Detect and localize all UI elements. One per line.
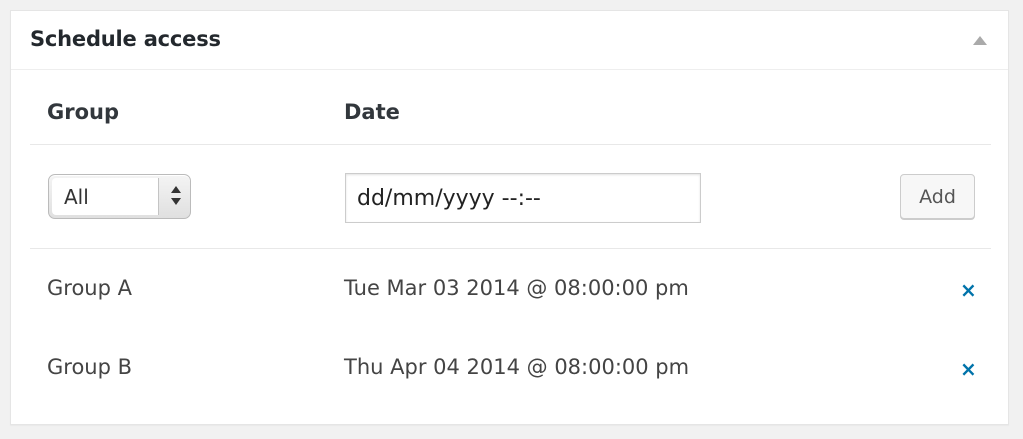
row-group: Group A [47, 276, 132, 300]
arrow-down-icon [171, 198, 181, 205]
column-header-date: Date [344, 100, 400, 124]
date-input[interactable] [345, 173, 701, 223]
panel-header: Schedule access [11, 11, 1008, 70]
group-select[interactable]: All [48, 174, 191, 219]
up-down-arrows-icon [170, 184, 182, 208]
schedule-access-panel: Schedule access Group Date All Add Group… [10, 10, 1009, 425]
close-icon[interactable]: × [960, 359, 977, 379]
add-button[interactable]: Add [900, 174, 975, 219]
panel-title: Schedule access [30, 27, 221, 51]
arrow-up-icon [171, 186, 181, 193]
group-select-value-box: All [52, 178, 159, 215]
triangle-up-icon[interactable] [973, 36, 987, 45]
row-date: Tue Mar 03 2014 @ 08:00:00 pm [344, 276, 689, 300]
close-icon[interactable]: × [960, 280, 977, 300]
divider [30, 248, 991, 249]
group-select-value: All [64, 185, 89, 209]
column-header-group: Group [47, 100, 120, 124]
row-date: Thu Apr 04 2014 @ 08:00:00 pm [344, 355, 690, 379]
divider [30, 144, 991, 145]
row-group: Group B [47, 355, 133, 379]
